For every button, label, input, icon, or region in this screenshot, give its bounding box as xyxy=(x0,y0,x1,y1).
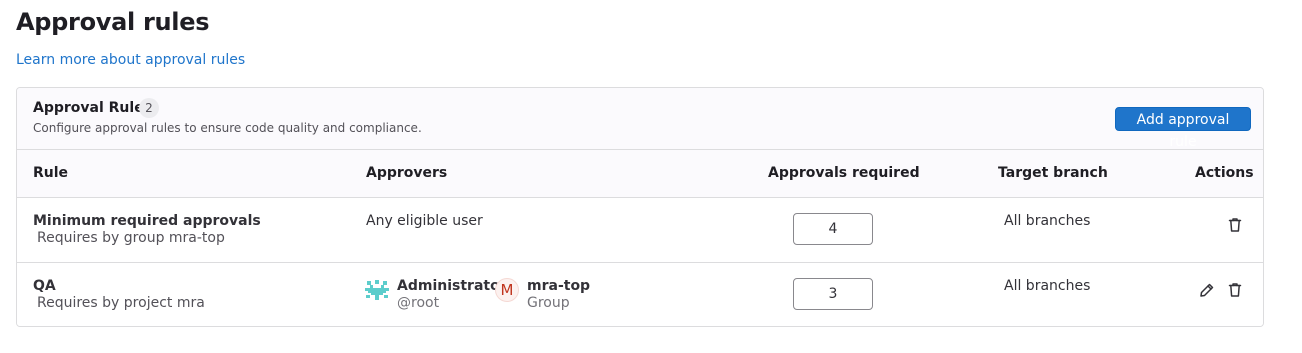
rule-name: Minimum required approvals xyxy=(33,213,261,229)
rule-subtitle: Requires by project mra xyxy=(37,295,205,311)
add-approval-rule-button[interactable]: Add approval rule xyxy=(1115,107,1251,150)
delete-rule-button[interactable] xyxy=(1225,215,1245,235)
approvals-required-input[interactable] xyxy=(793,278,873,310)
card-title: Approval Rules xyxy=(33,100,153,116)
header-approvals-required: Approvals required xyxy=(768,165,920,181)
approver-name: Administrator xyxy=(397,278,507,294)
target-branch: All branches xyxy=(1004,213,1091,229)
approvers-text: Any eligible user xyxy=(366,213,483,229)
page-title: Approval rules xyxy=(16,8,210,36)
pencil-icon xyxy=(1200,283,1214,297)
trash-icon xyxy=(1228,218,1242,232)
card-description: Configure approval rules to ensure code … xyxy=(33,121,422,135)
rule-name: QA xyxy=(33,278,56,294)
approver-mra-top[interactable]: M mra-top Group xyxy=(495,278,595,312)
rule-subtitle: Requires by group mra-top xyxy=(37,230,225,246)
group-avatar: M xyxy=(495,278,519,302)
rules-count-badge: 2 xyxy=(139,98,159,118)
table-row: Minimum required approvals Requires by g… xyxy=(17,198,1263,263)
card-header: Approval Rules 2 Configure approval rule… xyxy=(17,88,1263,150)
approver-type: Group xyxy=(527,295,570,311)
table-row: QA Requires by project mra Administrator… xyxy=(17,263,1263,326)
target-branch: All branches xyxy=(1004,278,1091,294)
trash-icon xyxy=(1228,283,1242,297)
header-approvers: Approvers xyxy=(366,165,448,181)
approver-username: @root xyxy=(397,295,440,311)
identicon-avatar xyxy=(365,278,389,302)
table-header: Rule Approvers Approvals required Target… xyxy=(17,150,1263,198)
header-target-branch: Target branch xyxy=(998,165,1108,181)
approval-rules-card: Approval Rules 2 Configure approval rule… xyxy=(16,87,1264,327)
delete-rule-button[interactable] xyxy=(1225,280,1245,300)
approvals-required-input[interactable] xyxy=(793,213,873,245)
approver-name: mra-top xyxy=(527,278,591,294)
header-rule: Rule xyxy=(33,165,69,181)
learn-more-link[interactable]: Learn more about approval rules xyxy=(16,52,245,68)
header-actions: Actions xyxy=(1195,165,1254,181)
edit-rule-button[interactable] xyxy=(1197,280,1217,300)
approver-administrator[interactable]: Administrator @root xyxy=(365,278,507,312)
